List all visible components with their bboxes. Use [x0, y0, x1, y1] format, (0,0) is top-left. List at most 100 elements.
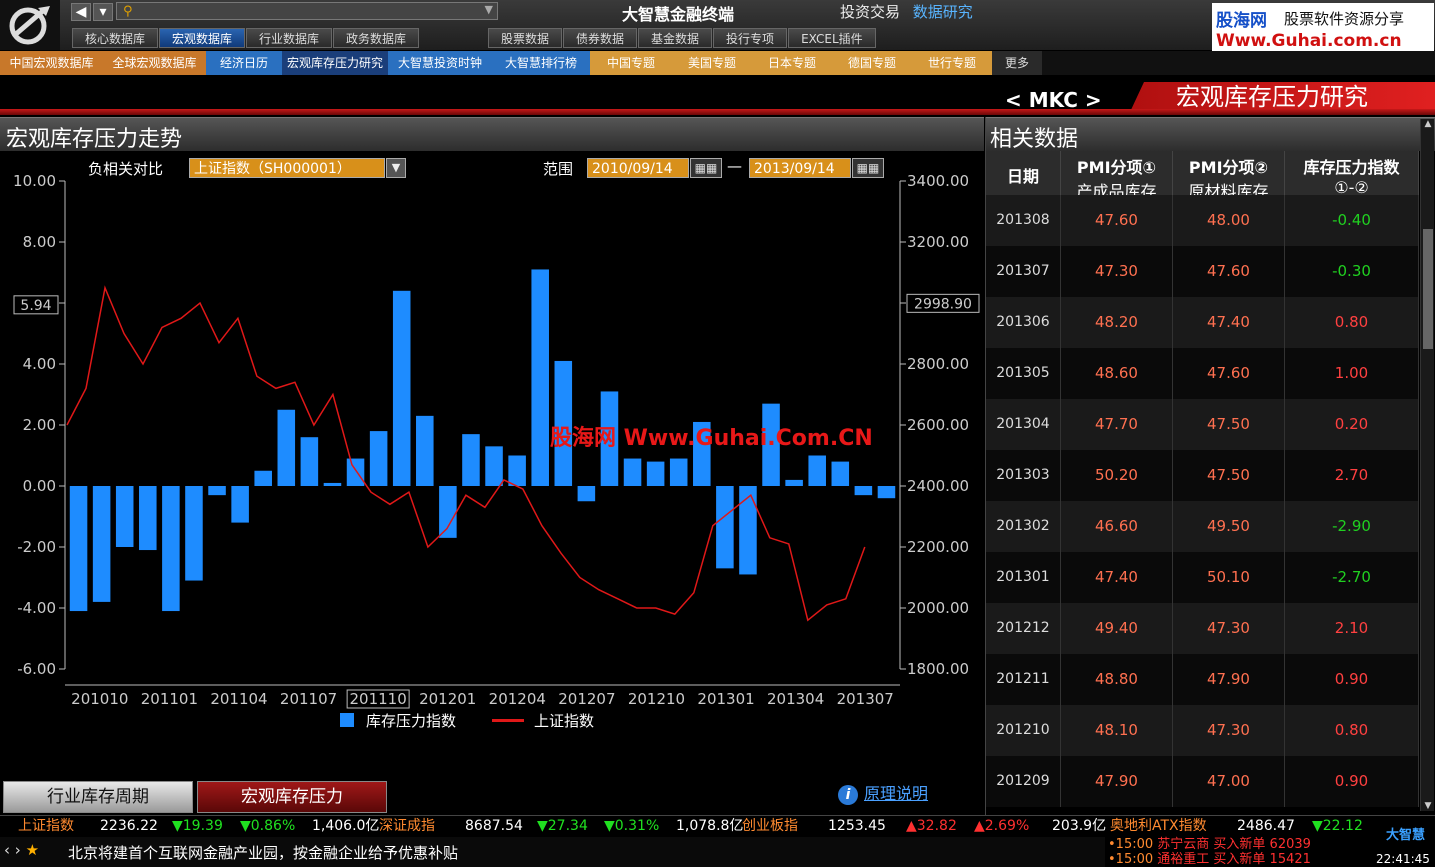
bar-inventory-pressure[interactable] [531, 269, 549, 486]
bar-inventory-pressure[interactable] [669, 458, 688, 486]
subnav-global-macro[interactable]: 全球宏观数据库 [103, 51, 206, 75]
tab-core-db[interactable]: 核心数据库 [72, 28, 159, 48]
table-row[interactable]: 201209 47.90 47.00 0.90 [986, 756, 1419, 807]
subnav-more[interactable]: 更多 [992, 51, 1042, 75]
subnav-cn-macro[interactable]: 中国宏观数据库 [0, 51, 103, 75]
table-row[interactable]: 201210 48.10 47.30 0.80 [986, 705, 1419, 756]
tab-macro-pressure[interactable]: 宏观库存压力 [197, 781, 387, 813]
table-header-cell[interactable]: PMI分项① 产成品库存 [1061, 151, 1173, 201]
bar-inventory-pressure[interactable] [139, 486, 157, 551]
tab-macro-db[interactable]: 宏观数据库 [159, 28, 246, 48]
bar-inventory-pressure[interactable] [392, 290, 411, 486]
bar-inventory-pressure[interactable] [254, 470, 272, 486]
subnav-china-topic[interactable]: 中国专题 [590, 51, 672, 75]
scrollbar[interactable]: ▲ ▼ [1420, 119, 1434, 811]
subnav-invest-clock[interactable]: 大智慧投资时钟 [388, 51, 492, 75]
table-row[interactable]: 201302 46.60 49.50 -2.90 [986, 501, 1419, 552]
subnav-germany-topic[interactable]: 德国专题 [832, 51, 912, 75]
table-row[interactable]: 201304 47.70 47.50 0.20 [986, 399, 1419, 450]
table-header-cell[interactable]: 日期 [986, 151, 1061, 195]
tab-ib-special[interactable]: 投行专项 [713, 28, 788, 48]
news-nav[interactable]: ‹ › ★ [4, 841, 39, 859]
bar-inventory-pressure[interactable] [231, 486, 249, 523]
bar-inventory-pressure[interactable] [877, 486, 896, 499]
explain-link-label[interactable]: 原理说明 [864, 784, 928, 803]
news-headline[interactable]: 北京将建首个互联网金融产业园，按金融企业给予优惠补贴 [68, 842, 458, 863]
subnav-inventory-research[interactable]: 宏观库存压力研究 [282, 51, 388, 75]
x-tick-label[interactable]: 201210 [628, 690, 685, 708]
scroll-down-icon[interactable]: ▼ [1423, 801, 1433, 811]
ticker-name[interactable]: 上证指数 [18, 816, 74, 836]
bar-inventory-pressure[interactable] [577, 486, 596, 502]
table-row[interactable]: 201307 47.30 47.60 -0.30 [986, 246, 1419, 297]
subnav-worldbank-topic[interactable]: 世行专题 [912, 51, 992, 75]
ticker-name[interactable]: 奥地利ATX指数 [1110, 816, 1207, 836]
x-tick-label[interactable]: 201307 [837, 690, 894, 708]
bar-inventory-pressure[interactable] [508, 455, 526, 487]
scroll-up-icon[interactable]: ▲ [1423, 119, 1433, 129]
x-tick-label[interactable]: 201010 [71, 690, 128, 708]
bar-inventory-pressure[interactable] [716, 486, 734, 569]
bar-inventory-pressure[interactable] [739, 486, 757, 575]
tab-stock-data[interactable]: 股票数据 [488, 28, 563, 48]
subnav-ranking[interactable]: 大智慧排行榜 [492, 51, 590, 75]
search-input[interactable]: ⚲ ▼ [116, 2, 498, 20]
bar-inventory-pressure[interactable] [185, 486, 203, 581]
x-tick-label[interactable]: 201207 [558, 690, 615, 708]
x-tick-label[interactable]: 201107 [280, 690, 337, 708]
link-trading[interactable]: 投资交易 [840, 3, 900, 21]
alert-item[interactable]: •15:00 通裕重工 买入新单 15421 [1108, 852, 1363, 867]
ticker-name[interactable]: 深证成指 [379, 816, 435, 836]
bar-inventory-pressure[interactable] [369, 431, 388, 486]
table-row[interactable]: 201306 48.20 47.40 0.80 [986, 297, 1419, 348]
table-row[interactable]: 201308 47.60 48.00 -0.40 [986, 195, 1419, 246]
link-data-research[interactable]: 数据研究 [913, 3, 973, 21]
bar-inventory-pressure[interactable] [346, 458, 365, 486]
table-row[interactable]: 201301 47.40 50.10 -2.70 [986, 552, 1419, 603]
table-header-cell[interactable]: 库存压力指数 ①-② [1285, 151, 1419, 197]
x-tick-label[interactable]: 201201 [419, 690, 476, 708]
chevron-down-icon[interactable]: ▼ [485, 3, 493, 16]
table-header-cell[interactable]: PMI分项② 原材料库存 [1173, 151, 1285, 201]
bar-inventory-pressure[interactable] [92, 486, 111, 602]
x-tick-label[interactable]: 201101 [141, 690, 198, 708]
table-row[interactable]: 201303 50.20 47.50 2.70 [986, 450, 1419, 501]
bar-inventory-pressure[interactable] [808, 455, 826, 487]
prev-icon[interactable]: ‹ [4, 841, 10, 859]
scroll-thumb[interactable] [1423, 229, 1433, 349]
subnav-econ-calendar[interactable]: 经济日历 [206, 51, 282, 75]
tab-fund-data[interactable]: 基金数据 [638, 28, 713, 48]
tab-industry-cycle[interactable]: 行业库存周期 [3, 781, 193, 813]
alert-item[interactable]: •15:00 苏宁云商 买入新单 62039 [1108, 837, 1363, 852]
x-tick-label[interactable]: 201304 [767, 690, 824, 708]
explain-link[interactable]: i 原理说明 [838, 780, 928, 805]
bar-inventory-pressure[interactable] [162, 486, 180, 612]
star-icon[interactable]: ★ [26, 841, 39, 859]
bar-inventory-pressure[interactable] [439, 486, 457, 538]
tab-excel-plugin[interactable]: EXCEL插件 [788, 28, 876, 48]
x-tick-label[interactable]: 201104 [210, 690, 267, 708]
bar-inventory-pressure[interactable] [831, 461, 850, 486]
bar-inventory-pressure[interactable] [69, 486, 88, 612]
bar-inventory-pressure[interactable] [277, 409, 296, 486]
bar-inventory-pressure[interactable] [785, 479, 803, 486]
x-tick-label[interactable]: 201110 [349, 690, 406, 708]
bar-inventory-pressure[interactable] [416, 415, 434, 486]
bar-inventory-pressure[interactable] [485, 446, 503, 486]
tab-bond-data[interactable]: 债券数据 [563, 28, 638, 48]
bar-inventory-pressure[interactable] [115, 486, 134, 547]
ticker-name[interactable]: 创业板指 [742, 816, 798, 836]
tab-gov-db[interactable]: 政务数据库 [333, 28, 420, 48]
bar-inventory-pressure[interactable] [462, 434, 480, 486]
bar-inventory-pressure[interactable] [623, 458, 642, 486]
app-logo[interactable] [0, 0, 60, 50]
subnav-us-topic[interactable]: 美国专题 [672, 51, 752, 75]
bar-inventory-pressure[interactable] [323, 482, 342, 486]
next-icon[interactable]: › [15, 841, 21, 859]
table-row[interactable]: 201212 49.40 47.30 2.10 [986, 603, 1419, 654]
x-tick-label[interactable]: 201204 [489, 690, 546, 708]
bar-inventory-pressure[interactable] [646, 461, 665, 486]
x-tick-label[interactable]: 201301 [697, 690, 754, 708]
history-dropdown-button[interactable]: ▾ [93, 3, 113, 21]
table-row[interactable]: 201305 48.60 47.60 1.00 [986, 348, 1419, 399]
